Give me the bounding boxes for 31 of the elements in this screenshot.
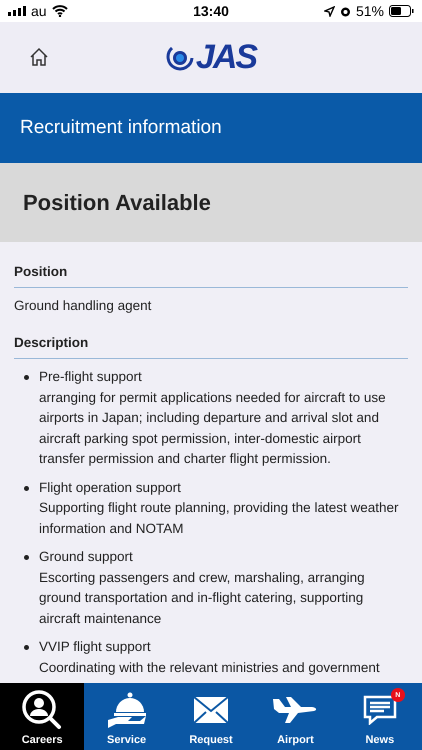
service-bell-icon bbox=[106, 692, 148, 728]
bullet-icon bbox=[24, 375, 29, 380]
item-text: Escorting passengers and crew, marshaling, arranging ground transportation and in-flight catering, supporting aircraft maintenance bbox=[39, 568, 366, 628]
page-banner: Recruitment information bbox=[0, 93, 422, 163]
logo-text: JAS bbox=[196, 38, 256, 77]
field-label: Description bbox=[14, 335, 408, 359]
tab-button[interactable]: Careers bbox=[0, 683, 84, 750]
carrier-name: au bbox=[31, 3, 47, 19]
item-text: Supporting flight route planning, providing the latest weather information and NOTAM bbox=[39, 499, 399, 538]
envelope-icon bbox=[193, 696, 230, 724]
section-heading: Position Available bbox=[0, 163, 422, 242]
field-value: Ground handling agent bbox=[14, 297, 152, 315]
person-search-icon bbox=[21, 689, 64, 731]
home-icon[interactable] bbox=[29, 47, 49, 67]
message-icon bbox=[362, 695, 397, 725]
battery-percent: 51% bbox=[356, 3, 384, 19]
bullet-icon bbox=[24, 486, 29, 490]
clock-time: 13:40 bbox=[193, 3, 229, 19]
item-title: Ground support bbox=[39, 548, 134, 566]
bullet-icon bbox=[24, 645, 29, 650]
item-title: Flight operation support bbox=[39, 478, 182, 497]
location-arrow-icon bbox=[324, 6, 335, 16]
item-text: Coordinating with the relevant ministries and government bbox=[39, 658, 381, 677]
item-title: VVIP flight support bbox=[39, 638, 152, 656]
signal-icon bbox=[8, 6, 26, 16]
wifi-icon bbox=[52, 5, 68, 17]
item-text: arranging for permit applications needed for aircraft to use airports in Japan; including departure and arrival slot and aircraft parking spot permission, inter-domestic airport transfer permission and charter flight permission. bbox=[39, 388, 387, 468]
item-title: Pre-flight support bbox=[39, 368, 143, 386]
field-label: Position bbox=[14, 264, 408, 288]
bullet-icon bbox=[24, 555, 29, 560]
battery-icon bbox=[389, 5, 414, 17]
